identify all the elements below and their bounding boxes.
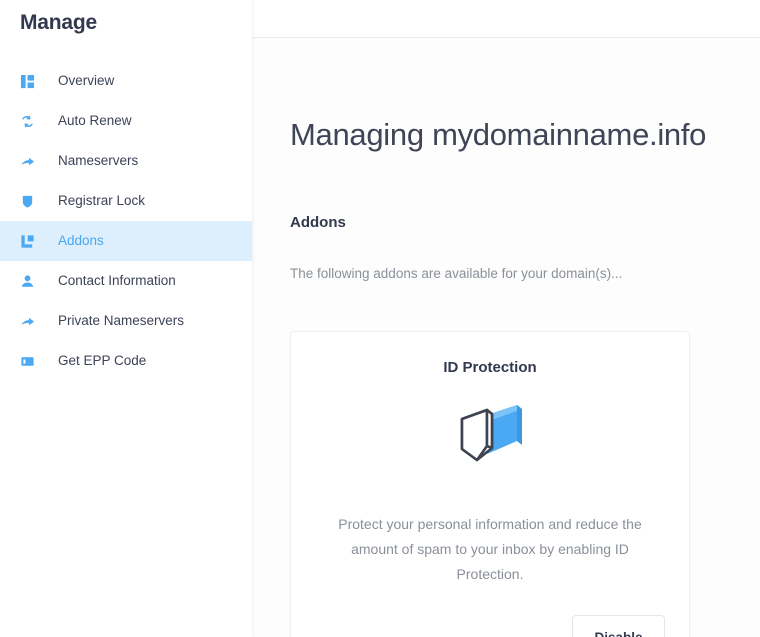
id-protection-card: ID Protection Protec: [290, 331, 690, 637]
sidebar-item-nameservers[interactable]: Nameservers: [0, 141, 252, 181]
addons-card-list: ID Protection Protec: [252, 297, 760, 637]
sidebar-nav: Overview Auto Renew N: [0, 61, 252, 381]
sidebar-item-overview[interactable]: Overview: [0, 61, 252, 101]
card-actions: Disable: [315, 615, 665, 637]
page-title: Manage: [0, 0, 252, 37]
shield-icon: [18, 192, 36, 210]
card-description: Protect your personal information and re…: [315, 512, 665, 587]
sidebar-item-label: Registrar Lock: [58, 192, 145, 210]
sidebar-item-get-epp-code[interactable]: Get EPP Code: [0, 341, 252, 381]
top-bar: [252, 0, 760, 38]
sidebar-item-label: Auto Renew: [58, 112, 132, 130]
sidebar-item-label: Contact Information: [58, 272, 176, 290]
sidebar-item-label: Nameservers: [58, 152, 138, 170]
sidebar-item-label: Overview: [58, 72, 114, 90]
disable-button[interactable]: Disable: [572, 615, 665, 637]
arrow-forward-icon: [18, 152, 36, 170]
refresh-sync-icon: [18, 112, 36, 130]
app-root: Manage Overview: [0, 0, 760, 637]
card-title: ID Protection: [315, 358, 665, 378]
addons-section-heading: Addons: [252, 175, 760, 233]
sidebar-item-addons[interactable]: Addons: [0, 221, 252, 261]
arrow-forward-icon: [18, 312, 36, 330]
sidebar-item-registrar-lock[interactable]: Registrar Lock: [0, 181, 252, 221]
sidebar-item-auto-renew[interactable]: Auto Renew: [0, 101, 252, 141]
addons-blocks-icon: [18, 232, 36, 250]
sidebar-item-label: Private Nameservers: [58, 312, 184, 330]
person-icon: [18, 272, 36, 290]
id-protection-shield-illustration: [315, 396, 665, 478]
main-content: Managing mydomainname.info Addons The fo…: [252, 0, 760, 637]
sidebar-item-contact-information[interactable]: Contact Information: [0, 261, 252, 301]
managing-domain-heading: Managing mydomainname.info: [252, 59, 760, 154]
card-code-icon: [18, 352, 36, 370]
dashboard-grid-icon: [18, 72, 36, 90]
sidebar-item-label: Addons: [58, 232, 104, 250]
sidebar: Manage Overview: [0, 0, 252, 637]
sidebar-item-private-nameservers[interactable]: Private Nameservers: [0, 301, 252, 341]
addons-section-subtitle: The following addons are available for y…: [252, 246, 760, 283]
sidebar-item-label: Get EPP Code: [58, 352, 146, 370]
content-area: Managing mydomainname.info Addons The fo…: [252, 59, 760, 637]
